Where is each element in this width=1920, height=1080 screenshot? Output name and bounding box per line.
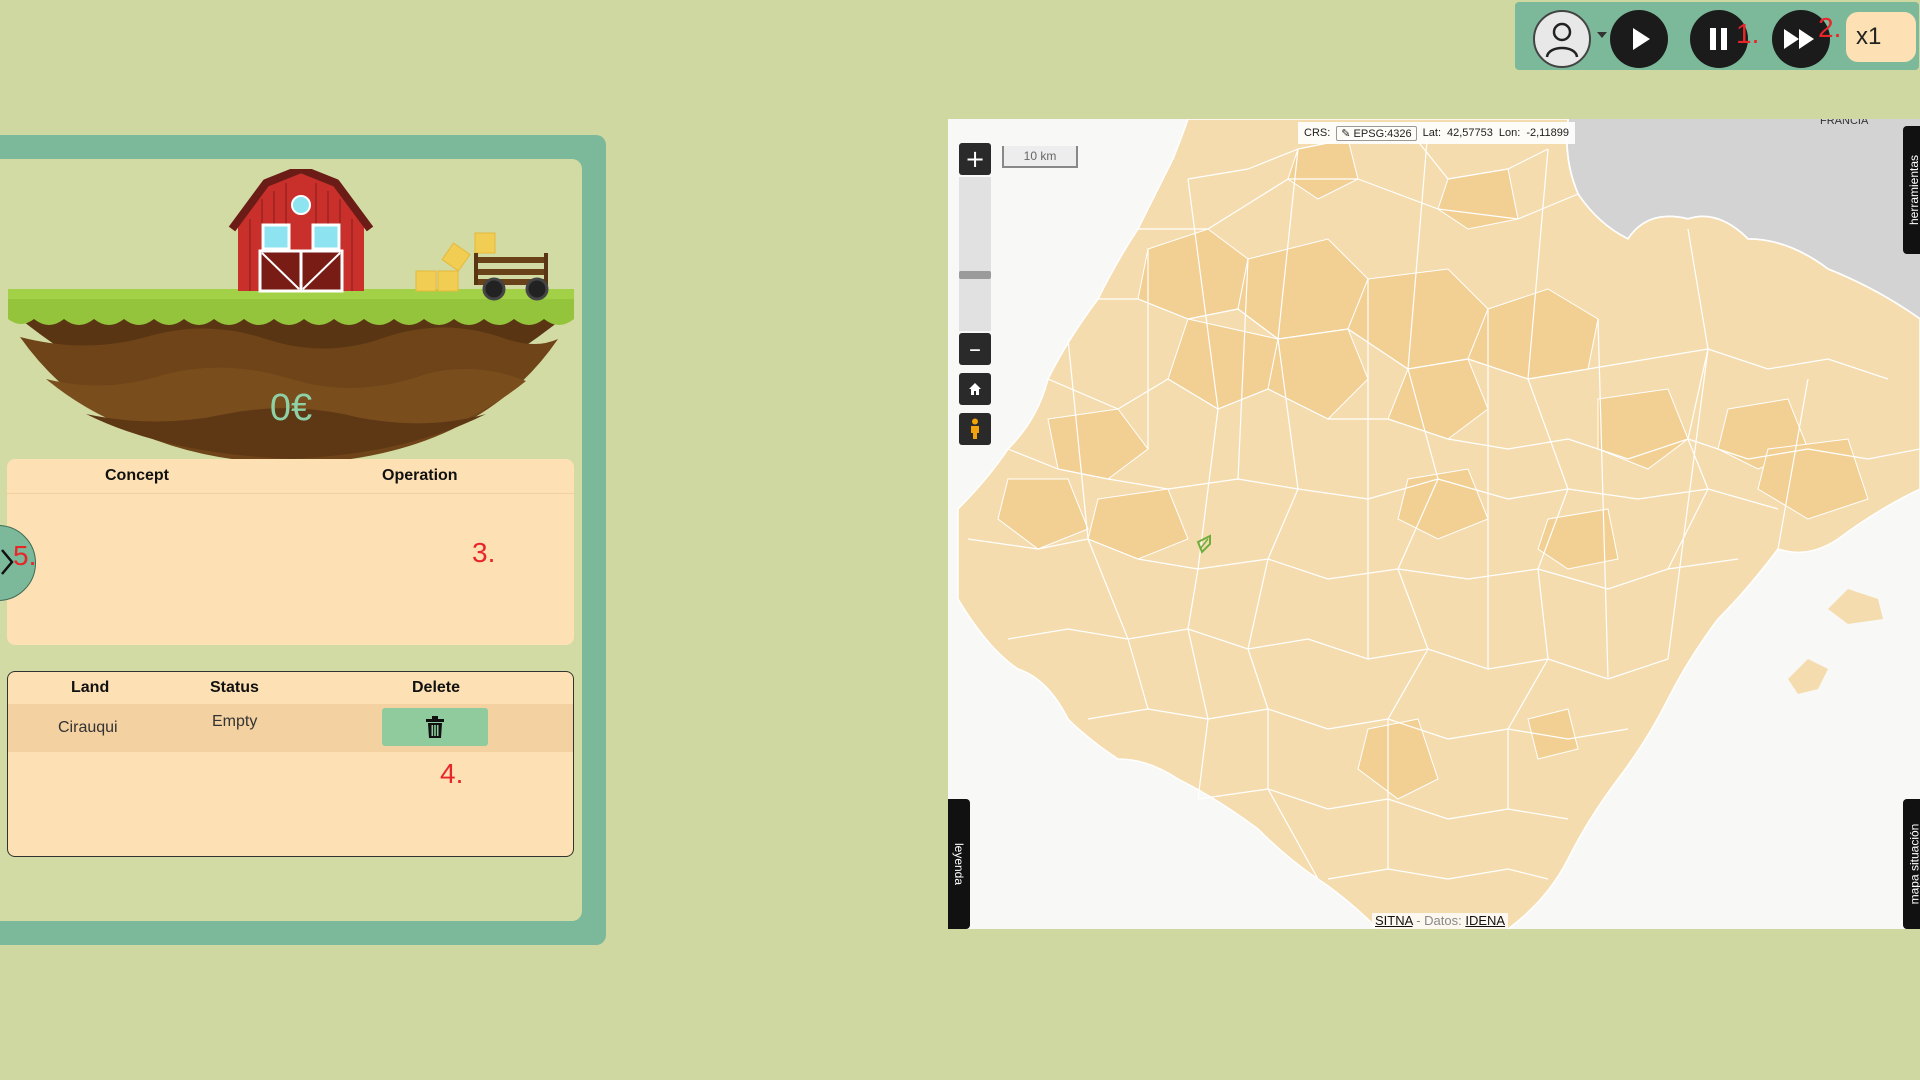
lat-label: Lat: (1422, 127, 1442, 139)
table-row[interactable]: Cirauqui Empty (8, 704, 573, 752)
speed-indicator[interactable]: x1 (1846, 12, 1916, 62)
land-name: Cirauqui (58, 719, 118, 736)
tools-tab[interactable]: herramientas (1903, 126, 1920, 254)
lon-value: -2,11899 (1526, 127, 1569, 139)
pegman-icon (971, 418, 979, 439)
fast-forward-icon (1784, 29, 1814, 49)
tools-tab-label: herramientas (1907, 154, 1920, 226)
crs-label: CRS: (1304, 127, 1331, 139)
header-divider (7, 493, 574, 494)
concept-column-header: Concept (105, 467, 169, 484)
map-scale-bar: 10 km (1002, 146, 1078, 168)
home-icon (969, 383, 981, 395)
map-viewer[interactable]: + – 10 km CRS: ✎ EPSG:4326 Lat: 42,57753… (948, 119, 1920, 929)
user-menu-button[interactable] (1533, 10, 1591, 68)
home-extent-button[interactable] (959, 373, 991, 405)
side-panel-marker: 5. (13, 540, 37, 571)
trash-icon (426, 716, 444, 738)
map-canvas[interactable] (948, 119, 1920, 929)
pause-marker: 1. (1736, 18, 1760, 49)
lands-table: Land Status Delete Cirauqui Empty 4. (7, 671, 574, 857)
zoom-out-button[interactable]: – (959, 333, 991, 365)
coordinates-readout: CRS: ✎ EPSG:4326 Lat: 42,57753 Lon: -2,1… (1298, 122, 1575, 144)
fast-forward-marker: 2. (1818, 12, 1842, 43)
status-column-header: Status (210, 679, 259, 696)
pause-icon (1710, 28, 1727, 50)
lat-value: 42,57753 (1447, 127, 1493, 139)
money-balance: 0€ (269, 387, 313, 429)
delete-land-button[interactable] (382, 708, 488, 746)
country-label: FRANCIA (1820, 119, 1869, 127)
street-view-button[interactable] (959, 413, 991, 445)
idena-link[interactable]: IDENA (1465, 913, 1505, 928)
attribution-separator: - Datos: (1416, 913, 1462, 928)
overview-tab-label: mapa situación (1907, 823, 1920, 905)
crs-selector[interactable]: ✎ EPSG:4326 (1336, 125, 1417, 141)
play-icon (1633, 28, 1650, 50)
operation-column-header: Operation (382, 467, 458, 484)
operations-marker: 3. (472, 537, 496, 568)
farm-panel: 0€ Concept Operation 3. Land Status Dele… (0, 135, 606, 945)
zoom-slider[interactable] (959, 177, 991, 331)
map-attribution: SITNA - Datos: IDENA (1372, 913, 1509, 928)
land-status: Empty (212, 713, 258, 730)
simulation-toolbar: 1. 2. x1 (1515, 2, 1919, 70)
farm-illustration: 0€ (6, 165, 576, 469)
lands-marker: 4. (440, 758, 464, 789)
play-button[interactable] (1610, 10, 1668, 68)
overview-map-tab[interactable]: mapa situación (1903, 799, 1920, 929)
farm-panel-content: 0€ Concept Operation 3. Land Status Dele… (0, 159, 582, 921)
delete-column-header: Delete (412, 679, 461, 696)
legend-tab-label: leyenda (952, 842, 967, 886)
zoom-in-button[interactable]: + (959, 143, 991, 175)
user-icon (1545, 22, 1579, 58)
sitna-link[interactable]: SITNA (1375, 913, 1413, 928)
legend-tab[interactable]: leyenda (948, 799, 970, 929)
lon-label: Lon: (1498, 127, 1521, 139)
zoom-slider-handle[interactable] (959, 271, 991, 279)
land-column-header: Land (71, 679, 110, 696)
operations-table: Concept Operation 3. (7, 459, 574, 645)
chevron-down-icon[interactable] (1597, 32, 1607, 38)
